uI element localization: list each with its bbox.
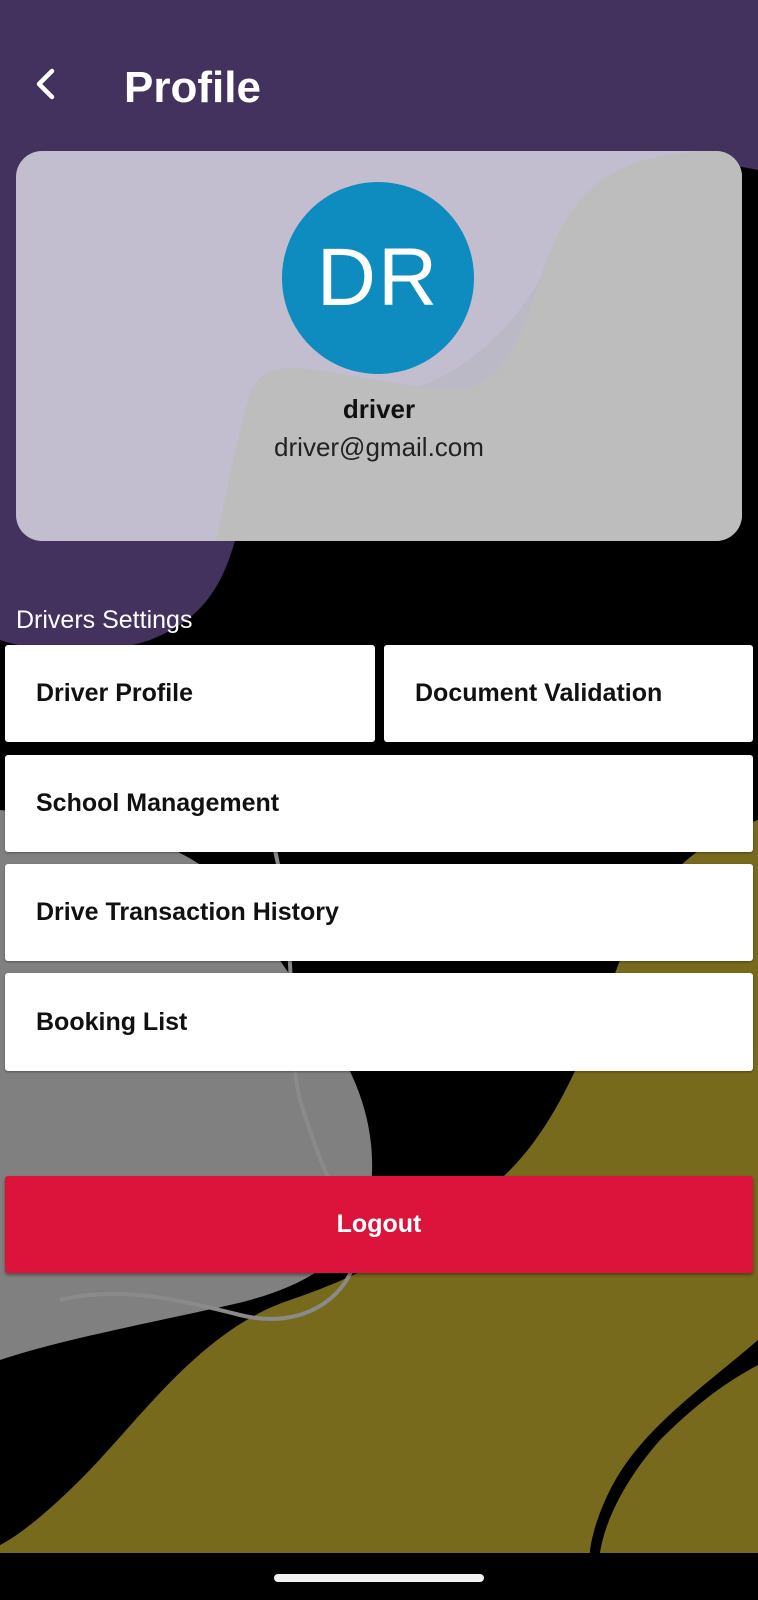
page-title: Profile xyxy=(124,63,261,112)
section-title: Drivers Settings xyxy=(16,606,193,634)
chevron-left-icon xyxy=(36,68,55,100)
drive-transaction-history-button[interactable]: Drive Transaction History xyxy=(5,864,753,961)
booking-list-button[interactable]: Booking List xyxy=(5,973,753,1071)
user-email: driver@gmail.com xyxy=(274,432,484,462)
back-button[interactable] xyxy=(22,60,70,108)
document-validation-button[interactable]: Document Validation xyxy=(384,645,753,742)
user-name: driver xyxy=(342,394,416,424)
school-management-button[interactable]: School Management xyxy=(5,755,753,852)
home-indicator[interactable] xyxy=(274,1574,484,1582)
profile-card: DR driver driver@gmail.com xyxy=(16,151,742,541)
avatar: DR xyxy=(282,182,474,374)
logout-button[interactable]: Logout xyxy=(5,1176,753,1273)
driver-profile-button[interactable]: Driver Profile xyxy=(5,645,375,742)
app-bar: Profile xyxy=(0,0,758,160)
